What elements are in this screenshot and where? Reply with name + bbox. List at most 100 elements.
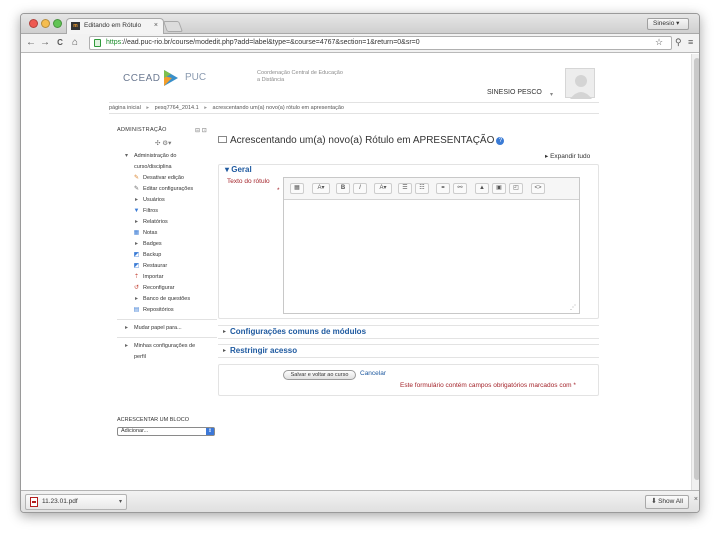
breadcrumb: página inicial ▸ pesq7764_2014.1 ▸ acres… bbox=[109, 102, 599, 114]
tree-item-badges[interactable]: ▸ Badges bbox=[117, 239, 217, 250]
menu-icon[interactable]: ≡ bbox=[688, 37, 693, 47]
expand-arrow-icon: ▸ bbox=[545, 153, 549, 160]
unordered-list-icon[interactable]: ☰ bbox=[398, 183, 412, 194]
block-move-gear-icon[interactable]: ✣ ⚙▾ bbox=[155, 139, 171, 147]
tree-item-reset[interactable]: ↺ Reconfigurar bbox=[117, 283, 217, 294]
tree-item-reports[interactable]: ▸ Relatórios bbox=[117, 217, 217, 228]
image-icon[interactable]: ▲ bbox=[475, 183, 489, 194]
zoom-window-icon[interactable] bbox=[53, 19, 62, 28]
ccead-puc-logo[interactable]: CCEAD PUC bbox=[123, 68, 213, 90]
user-silhouette-icon bbox=[570, 75, 592, 99]
form-actions: Salvar e voltar ao curso Cancelar Este f… bbox=[218, 364, 599, 396]
toolbar-toggle-icon[interactable]: ▦ bbox=[290, 183, 304, 194]
address-bar[interactable]: https://ead.puc-rio.br/course/modedit.ph… bbox=[89, 36, 672, 50]
lock-icon bbox=[94, 39, 101, 47]
breadcrumb-item[interactable]: pesq7764_2014.1 bbox=[155, 105, 199, 111]
expand-all-label: Expandir tudo bbox=[550, 153, 591, 160]
import-icon: ⇡ bbox=[133, 274, 140, 280]
cancel-link[interactable]: Cancelar bbox=[360, 370, 386, 377]
italic-icon[interactable]: I bbox=[353, 183, 367, 194]
add-block-select-value: Adicionar... bbox=[121, 428, 149, 434]
tree-item-restore[interactable]: ◩ Restaurar bbox=[117, 261, 217, 272]
restrict-access-section[interactable]: ▸ Restringir acesso bbox=[218, 344, 599, 358]
tree-item-grades[interactable]: ▦ Notas bbox=[117, 228, 217, 239]
general-legend[interactable]: ▾ Geral bbox=[225, 165, 252, 174]
bold-icon[interactable]: B bbox=[336, 183, 350, 194]
page-scrollbar[interactable] bbox=[691, 54, 699, 494]
expand-all-link[interactable]: ▸ Expandir tudo bbox=[545, 152, 590, 160]
html-source-icon[interactable]: <> bbox=[531, 183, 545, 194]
repository-icon: ▤ bbox=[133, 307, 140, 313]
forward-arrow-icon[interactable]: → bbox=[39, 37, 51, 49]
select-arrows-icon: ⇕ bbox=[206, 428, 214, 435]
tree-item-label: Repositórios bbox=[143, 307, 174, 313]
label-text-editor[interactable]: ▦ A▾ B I A▾ ☰ ☷ ⚭ ⚯ ▲ ▣ ◰ <> ⋰ bbox=[283, 177, 580, 314]
save-return-button[interactable]: Salvar e voltar ao curso bbox=[283, 370, 356, 380]
tree-item-import[interactable]: ⇡ Importar bbox=[117, 272, 217, 283]
block-dock-icons[interactable]: ⊟ ⊡ bbox=[195, 127, 207, 134]
tree-item-label: curso/disciplina bbox=[134, 164, 172, 170]
link-icon[interactable]: ⚭ bbox=[436, 183, 450, 194]
tree-item-admin-course[interactable]: ▾ Administração do bbox=[117, 151, 217, 162]
tree-collapsed-icon: ▸ bbox=[134, 296, 138, 302]
text-color-icon[interactable]: A▾ bbox=[374, 183, 392, 194]
search-icon[interactable]: ⚲ bbox=[675, 37, 682, 48]
common-settings-legend: Configurações comuns de módulos bbox=[230, 327, 367, 336]
tree-item-label: Badges bbox=[143, 241, 162, 247]
tree-collapsed-icon: ▸ bbox=[134, 197, 138, 203]
back-arrow-icon[interactable]: ← bbox=[25, 37, 37, 49]
download-item[interactable]: 11.23.01.pdf ▾ bbox=[25, 494, 127, 510]
resize-handle-icon[interactable]: ⋰ bbox=[570, 304, 576, 311]
unlink-icon[interactable]: ⚯ bbox=[453, 183, 467, 194]
media-icon[interactable]: ▣ bbox=[492, 183, 506, 194]
tree-item-question-bank[interactable]: ▸ Banco de questões bbox=[117, 294, 217, 305]
tree-item-my-profile-cont: perfil bbox=[117, 352, 217, 363]
scrollbar-thumb[interactable] bbox=[694, 58, 699, 480]
file-manager-icon[interactable]: ◰ bbox=[509, 183, 523, 194]
bookmark-star-icon[interactable]: ☆ bbox=[655, 37, 663, 48]
tree-item-my-profile[interactable]: ▸ Minhas configurações de bbox=[117, 341, 217, 352]
label-text-label: Texto do rótulo bbox=[227, 178, 270, 185]
tree-item-filters[interactable]: ▼ Filtros bbox=[117, 206, 217, 217]
user-name[interactable]: SINESIO PESCO bbox=[487, 89, 542, 96]
help-icon[interactable]: ? bbox=[496, 137, 505, 145]
ordered-list-icon[interactable]: ☷ bbox=[415, 183, 429, 194]
tab-close-icon[interactable]: × bbox=[154, 19, 158, 33]
minimize-window-icon[interactable] bbox=[41, 19, 50, 28]
tree-item-backup[interactable]: ◩ Backup bbox=[117, 250, 217, 261]
breadcrumb-separator-icon: ▸ bbox=[204, 105, 207, 111]
user-menu-caret-icon[interactable]: ▾ bbox=[550, 91, 553, 98]
general-legend-label: Geral bbox=[231, 165, 252, 174]
tree-item-repositories[interactable]: ▤ Repositórios bbox=[117, 305, 217, 316]
tree-item-switch-role[interactable]: ▸ Mudar papel para... bbox=[117, 323, 217, 334]
profile-name: Sinesio bbox=[653, 20, 675, 27]
tree-item-label: Usuários bbox=[143, 197, 165, 203]
chevron-down-icon[interactable]: ▾ bbox=[119, 495, 122, 509]
common-settings-section[interactable]: ▸ Configurações comuns de módulos bbox=[218, 325, 599, 339]
breadcrumb-separator-icon: ▸ bbox=[146, 105, 150, 111]
close-window-icon[interactable] bbox=[29, 19, 38, 28]
new-tab-button[interactable] bbox=[162, 21, 184, 32]
tree-item-turn-editing-off[interactable]: ✎ Desativar edição bbox=[117, 173, 217, 184]
site-header: CCEAD PUC Coordenação Central de Educaçã… bbox=[21, 54, 691, 100]
tree-item-label: Restaurar bbox=[143, 263, 168, 269]
label-module-icon bbox=[218, 136, 227, 143]
logo-tagline: Coordenação Central de Educação a Distân… bbox=[257, 70, 343, 83]
tree-collapsed-icon: ▸ bbox=[124, 325, 128, 331]
tab-title: Editando em Rótulo bbox=[84, 22, 142, 29]
tab-editando-rotulo[interactable]: m Editando em Rótulo × bbox=[66, 18, 164, 34]
tree-item-users[interactable]: ▸ Usuários bbox=[117, 195, 217, 206]
paragraph-style-icon[interactable]: A▾ bbox=[312, 183, 330, 194]
show-all-downloads-button[interactable]: ⬇ Show All bbox=[645, 495, 689, 509]
home-icon[interactable]: ⌂ bbox=[69, 37, 81, 49]
required-fields-note: Este formulário contém campos obrigatóri… bbox=[400, 382, 576, 389]
profile-button[interactable]: Sinesio ▾ bbox=[647, 18, 689, 30]
close-icon[interactable]: × bbox=[694, 496, 698, 503]
reload-icon[interactable]: C bbox=[54, 37, 66, 49]
breadcrumb-item[interactable]: página inicial bbox=[109, 105, 141, 111]
add-block-select[interactable]: Adicionar... ⇕ bbox=[117, 427, 215, 436]
tree-item-edit-settings[interactable]: ✎ Editar configurações bbox=[117, 184, 217, 195]
required-star-icon: * bbox=[573, 382, 576, 389]
avatar[interactable] bbox=[565, 68, 595, 99]
download-arrow-icon: ⬇ bbox=[651, 498, 657, 505]
